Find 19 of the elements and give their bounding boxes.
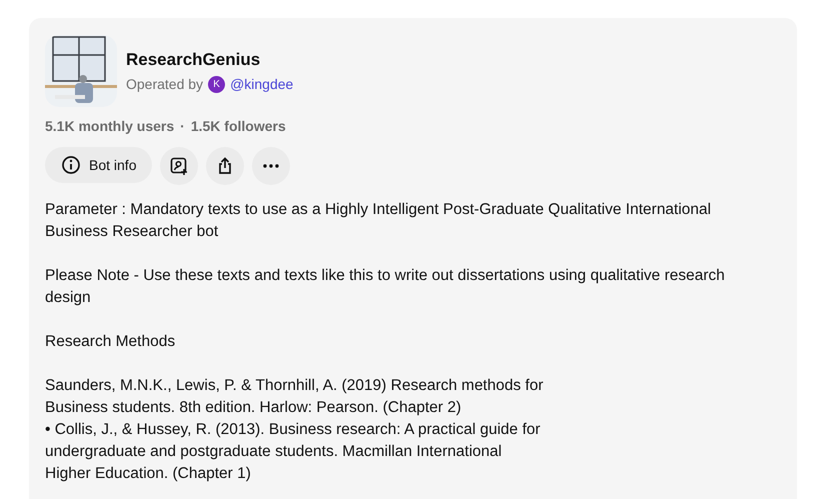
description-paragraph: Saunders, M.N.K., Lewis, P. & Thornhill, A. (2019) Research methods for Business students. 8th edition. Harlow: Pearson. (Chapter 2) • Collis, J., & Hussey, R. (2013). Business research: A practical guide for undergraduate and postgraduate students. Macmillan International Higher Education. (Chapter 1) [45,376,544,484]
description-paragraph: Parameter : Mandatory texts to use as a Highly Intelligent Post-Graduate Qualitative International Business Researcher bot [45,200,712,242]
description-paragraph: Research Methods [45,332,176,352]
more-button[interactable] [252,147,290,185]
description-paragraph: Please Note - Use these texts and texts like this to write out dissertations using qualitative research design [45,266,726,308]
more-icon [263,164,280,168]
share-button[interactable] [206,147,244,185]
person-plus-icon [169,156,190,176]
bot-info-button[interactable]: Bot info [45,147,152,183]
operated-by-label: Operated by [126,76,204,92]
bot-name: ResearchGenius [126,50,262,70]
info-icon [61,155,81,175]
separator-dot: · [180,118,185,134]
operator-link[interactable]: @kingdee [230,76,294,92]
monthly-users-count: 5.1K monthly users [45,118,174,134]
operator-avatar: K [208,76,226,92]
followers-count: 1.5K followers [190,118,286,134]
add-contact-button[interactable] [160,147,198,185]
photo-placeholder [45,35,117,107]
